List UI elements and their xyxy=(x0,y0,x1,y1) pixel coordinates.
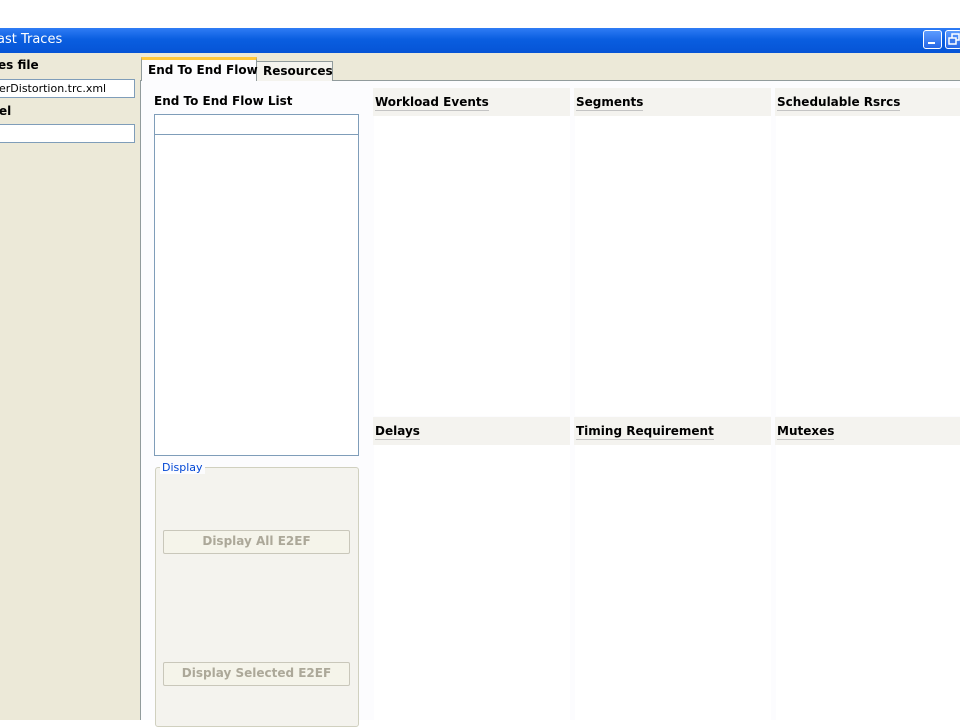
display-group xyxy=(155,467,359,727)
tab-label: Resources xyxy=(263,64,333,78)
workload-events-header: Workload Events xyxy=(373,88,570,116)
model-label: el xyxy=(0,104,12,118)
timing-requirement-header: Timing Requirement xyxy=(574,417,771,445)
tab-resources[interactable]: Resources xyxy=(256,61,333,81)
segments-pane[interactable] xyxy=(575,116,771,416)
segments-header: Segments xyxy=(574,88,771,116)
traces-file-field[interactable]: erDistortion.trc.xml xyxy=(0,79,135,98)
window-title-bar[interactable]: ast Traces xyxy=(0,28,960,53)
schedulable-rsrcs-title: Schedulable Rsrcs xyxy=(777,95,901,111)
mutexes-header: Mutexes xyxy=(775,417,960,445)
segments-title: Segments xyxy=(576,95,644,111)
flow-list[interactable] xyxy=(154,135,359,456)
timing-requirement-pane[interactable] xyxy=(575,445,771,720)
left-panel: es file erDistortion.trc.xml el xyxy=(0,53,140,720)
delays-header: Delays xyxy=(373,417,570,445)
tab-label: End To End Flow xyxy=(148,63,258,77)
display-group-label: Display xyxy=(160,461,205,474)
flow-list-label: End To End Flow List xyxy=(154,94,293,108)
schedulable-rsrcs-header: Schedulable Rsrcs xyxy=(775,88,960,116)
model-field[interactable] xyxy=(0,124,135,143)
workload-events-pane[interactable] xyxy=(374,116,570,416)
window-title: ast Traces xyxy=(0,32,63,47)
display-selected-label: Display Selected E2EF xyxy=(181,666,332,680)
timing-requirement-title: Timing Requirement xyxy=(576,424,714,440)
delays-title: Delays xyxy=(375,424,420,440)
traces-file-label: es file xyxy=(0,58,39,72)
mutexes-pane[interactable] xyxy=(776,445,960,720)
display-all-label: Display All E2EF xyxy=(202,534,311,548)
minimize-icon xyxy=(928,42,935,44)
delays-pane[interactable] xyxy=(374,445,570,720)
display-selected-button[interactable]: Display Selected E2EF xyxy=(163,662,350,686)
minimize-button[interactable] xyxy=(923,30,942,49)
traces-file-value: erDistortion.trc.xml xyxy=(0,82,107,95)
display-all-button[interactable]: Display All E2EF xyxy=(163,530,350,554)
schedulable-rsrcs-pane[interactable] xyxy=(776,116,960,416)
mutexes-title: Mutexes xyxy=(777,424,835,440)
tab-end-to-end-flow[interactable]: End To End Flow xyxy=(141,57,258,81)
restore-button[interactable] xyxy=(945,30,960,49)
flow-list-filter-input[interactable] xyxy=(154,114,359,135)
workload-events-title: Workload Events xyxy=(375,95,489,111)
restore-icon xyxy=(948,33,960,45)
